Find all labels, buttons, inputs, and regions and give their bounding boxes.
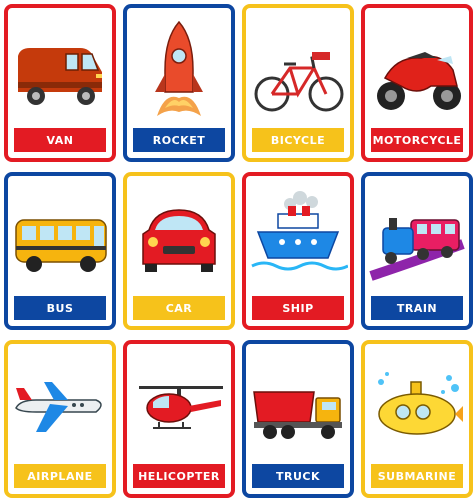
- card-motorcycle[interactable]: MOTORCYCLE: [361, 4, 473, 162]
- card-rocket[interactable]: ROCKET: [123, 4, 235, 162]
- flashcard-grid: VAN ROCKET BICYCLE MOTORCYCLE BUS CAR SH…: [0, 0, 474, 500]
- card-van[interactable]: VAN: [4, 4, 116, 162]
- card-helicopter[interactable]: HELICOPTER: [123, 340, 235, 498]
- bicycle-icon: [254, 52, 344, 112]
- card-label: BUS: [14, 296, 106, 320]
- card-label: ROCKET: [133, 128, 225, 152]
- truck-icon: [253, 391, 342, 439]
- helicopter-icon: [139, 386, 223, 429]
- card-label: AIRPLANE: [14, 464, 106, 488]
- card-label: CAR: [133, 296, 225, 320]
- card-label: VAN: [14, 128, 106, 152]
- airplane-icon: [15, 382, 102, 432]
- submarine-icon: [378, 372, 463, 435]
- card-label: TRAIN: [371, 296, 463, 320]
- card-label: SUBMARINE: [371, 464, 463, 488]
- card-label: BICYCLE: [252, 128, 344, 152]
- ship-icon: [251, 191, 348, 271]
- card-ship[interactable]: SHIP: [242, 172, 354, 330]
- rocket-icon: [155, 20, 203, 116]
- card-car[interactable]: CAR: [123, 172, 235, 330]
- car-icon: [142, 209, 216, 272]
- van-icon: [18, 48, 102, 105]
- card-train[interactable]: TRAIN: [361, 172, 473, 330]
- card-bicycle[interactable]: BICYCLE: [242, 4, 354, 162]
- card-label: MOTORCYCLE: [371, 128, 463, 152]
- motorcycle-icon: [377, 52, 461, 110]
- card-label: TRUCK: [252, 464, 344, 488]
- train-icon: [369, 218, 465, 281]
- card-submarine[interactable]: SUBMARINE: [361, 340, 473, 498]
- card-airplane[interactable]: AIRPLANE: [4, 340, 116, 498]
- card-truck[interactable]: TRUCK: [242, 340, 354, 498]
- card-label: HELICOPTER: [133, 464, 225, 488]
- card-bus[interactable]: BUS: [4, 172, 116, 330]
- bus-icon: [15, 219, 107, 272]
- card-label: SHIP: [252, 296, 344, 320]
